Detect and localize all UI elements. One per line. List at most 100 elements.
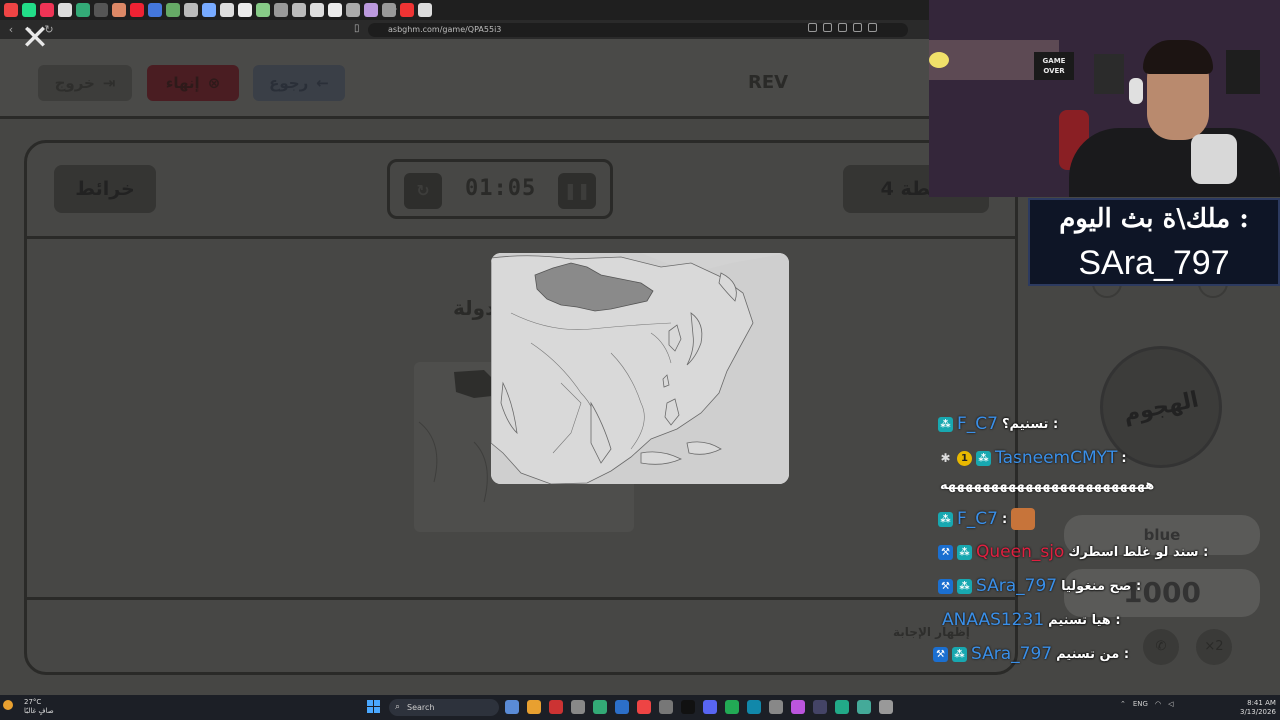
exit-icon: ⇥ bbox=[102, 74, 116, 92]
screen: + ‹ › ↻ ▯ asbghm.com/game/QPA55i3 خروج ⇥… bbox=[0, 0, 1280, 720]
question-text: دولة bbox=[453, 296, 496, 320]
close-icon[interactable]: ✕ bbox=[16, 20, 54, 58]
taskbar-app-icon[interactable] bbox=[857, 700, 871, 714]
bug-badge-icon: ✱ bbox=[940, 450, 951, 465]
taskbar-app-icon[interactable] bbox=[725, 700, 739, 714]
taskbar-app-icon[interactable] bbox=[527, 700, 541, 714]
browser-tab[interactable] bbox=[148, 3, 162, 17]
share-icon[interactable] bbox=[853, 23, 862, 32]
exit-button[interactable]: خروج ⇥ bbox=[38, 65, 132, 101]
browser-tab[interactable] bbox=[292, 3, 306, 17]
extensions-icon[interactable] bbox=[868, 23, 877, 32]
browser-tab[interactable] bbox=[400, 3, 414, 17]
zoom-icon[interactable] bbox=[838, 23, 847, 32]
chat-text-continued: ههههههههههههههههههههههههه bbox=[940, 478, 1155, 493]
browser-tab[interactable] bbox=[76, 3, 90, 17]
browser-tab[interactable] bbox=[364, 3, 378, 17]
taskbar-search[interactable]: ⌕ Search bbox=[389, 699, 499, 716]
reset-timer-icon[interactable]: ↻ bbox=[404, 173, 442, 209]
browser-tab[interactable] bbox=[4, 3, 18, 17]
windows-start-icon[interactable] bbox=[367, 700, 381, 714]
chat-text: تسنيم؟ : bbox=[1001, 416, 1059, 432]
taskbar-app-icon[interactable] bbox=[593, 700, 607, 714]
taskbar-app-icon[interactable] bbox=[571, 700, 585, 714]
pause-icon[interactable]: ❚❚ bbox=[558, 173, 596, 209]
cast-icon[interactable] bbox=[823, 23, 832, 32]
chat-text: من تسنيم : bbox=[1056, 646, 1130, 662]
chat-message: ⚒ ⁂ SAra_797 من تسنيم : bbox=[933, 644, 1129, 664]
taskbar-app-icon[interactable] bbox=[835, 700, 849, 714]
browser-tab[interactable] bbox=[22, 3, 36, 17]
timer: ↻ 01:05 ❚❚ bbox=[387, 159, 613, 219]
lamp-icon bbox=[929, 52, 949, 68]
taskbar-app-icon[interactable] bbox=[637, 700, 651, 714]
founder-badge-icon: 1 bbox=[957, 450, 972, 466]
chat-emote bbox=[1011, 508, 1036, 530]
chat-username: SAra_797 bbox=[976, 576, 1058, 596]
browser-tab[interactable] bbox=[94, 3, 108, 17]
clock[interactable]: 8:41 AM 3/13/2026 bbox=[1240, 699, 1276, 717]
chat-username: Queen_sjo bbox=[976, 542, 1065, 562]
new-tab-button[interactable]: + bbox=[388, 2, 398, 16]
browser-tab[interactable] bbox=[238, 3, 252, 17]
weather-icon[interactable] bbox=[3, 700, 13, 710]
browser-tab[interactable] bbox=[220, 3, 234, 17]
board-divider bbox=[27, 597, 1015, 600]
banner-title: ملك\ة بث اليوم : bbox=[1059, 204, 1249, 234]
browser-tab[interactable] bbox=[418, 3, 432, 17]
taskbar-app-icon[interactable] bbox=[681, 700, 695, 714]
browser-tab[interactable] bbox=[40, 3, 54, 17]
chevron-up-icon[interactable]: ⌃ bbox=[1120, 700, 1126, 708]
taskbar-app-icon[interactable] bbox=[791, 700, 805, 714]
arrow-left-icon: ← bbox=[316, 74, 329, 92]
search-icon: ⌕ bbox=[395, 702, 401, 712]
taskbar-app-icon[interactable] bbox=[703, 700, 717, 714]
taskbar-app-icon[interactable] bbox=[659, 700, 673, 714]
chat-username: ANAAS1231 bbox=[942, 610, 1045, 630]
taskbar-app-icon[interactable] bbox=[505, 700, 519, 714]
volume-icon[interactable]: ◁ bbox=[1168, 700, 1173, 708]
chat-username: TasneemCMYT bbox=[995, 448, 1118, 468]
board-header: خرائط ↻ 01:05 ❚❚ 4 نقطة bbox=[27, 143, 1015, 239]
browser-tab[interactable] bbox=[256, 3, 270, 17]
browser-tab[interactable] bbox=[328, 3, 342, 17]
map-image-modal[interactable] bbox=[491, 253, 789, 484]
browser-tab[interactable] bbox=[166, 3, 180, 17]
search-placeholder: Search bbox=[407, 703, 435, 712]
browser-tab[interactable] bbox=[202, 3, 216, 17]
taskbar-app-icon[interactable] bbox=[769, 700, 783, 714]
end-game-button[interactable]: إنهاء ⊗ bbox=[147, 65, 239, 101]
bookmark-icon[interactable]: ▯ bbox=[354, 23, 360, 34]
taskbar-app-icon[interactable] bbox=[813, 700, 827, 714]
chat-text: : bbox=[1121, 450, 1127, 466]
back-button[interactable]: رجوع ← bbox=[253, 65, 345, 101]
taskbar-app-icon[interactable] bbox=[747, 700, 761, 714]
chat-username: F_C7 bbox=[957, 509, 998, 529]
chat-message: ANAAS1231 هيا تسنيم : bbox=[942, 610, 1121, 630]
language-indicator[interactable]: ENG bbox=[1133, 700, 1148, 708]
address-bar-row: ‹ › ↻ ▯ asbghm.com/game/QPA55i3 bbox=[0, 20, 930, 39]
end-label: إنهاء bbox=[165, 74, 200, 92]
browser-tab[interactable] bbox=[310, 3, 324, 17]
browser-tab[interactable] bbox=[274, 3, 288, 17]
browser-tab[interactable] bbox=[346, 3, 360, 17]
taskbar-app-icon[interactable] bbox=[549, 700, 563, 714]
translate-icon[interactable] bbox=[808, 23, 817, 32]
wifi-icon[interactable]: ◠ bbox=[1155, 700, 1161, 708]
timer-value: 01:05 bbox=[465, 176, 537, 201]
double-points-button[interactable]: ×2 bbox=[1196, 629, 1232, 665]
subscriber-badge-icon: ⁂ bbox=[957, 544, 972, 560]
weather-widget[interactable]: 27°C صافٍ غالبًا bbox=[24, 698, 54, 716]
weather-desc: صافٍ غالبًا bbox=[24, 707, 54, 715]
browser-tab[interactable] bbox=[130, 3, 144, 17]
browser-tab[interactable] bbox=[184, 3, 198, 17]
taskbar-app-icon[interactable] bbox=[879, 700, 893, 714]
browser-tab[interactable] bbox=[112, 3, 126, 17]
clock-date: 3/13/2026 bbox=[1240, 708, 1276, 716]
browser-tab[interactable] bbox=[58, 3, 72, 17]
chat-text: صح منغوليا : bbox=[1061, 578, 1142, 594]
moderator-badge-icon: ⚒ bbox=[938, 544, 953, 560]
microphone-icon bbox=[1191, 134, 1237, 184]
taskbar-app-icon[interactable] bbox=[615, 700, 629, 714]
clock-time: 8:41 AM bbox=[1247, 699, 1276, 707]
